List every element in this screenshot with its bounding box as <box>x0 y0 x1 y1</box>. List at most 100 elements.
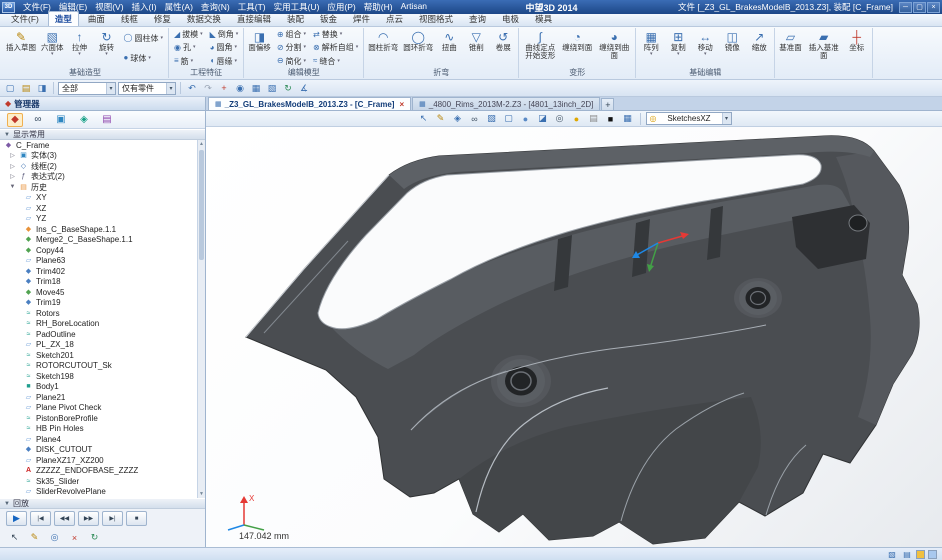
history-manager-icon[interactable]: ◆ <box>7 113 23 127</box>
minimize-button[interactable]: ─ <box>899 2 912 13</box>
tree-scrollbar[interactable]: ▲ ▼ <box>197 140 205 498</box>
tree-item[interactable]: ≈HB Pin Holes <box>0 424 205 435</box>
play-button[interactable]: ▶ <box>6 511 27 526</box>
ribbon-tab[interactable]: 直接编辑 <box>230 11 278 26</box>
layers-icon[interactable]: ▤ <box>99 113 115 127</box>
palette-icon[interactable]: ▤ <box>587 112 601 125</box>
tree-item[interactable]: ≈RH_BoreLocation <box>0 319 205 330</box>
ribbon-tab[interactable]: 焊件 <box>346 11 377 26</box>
tree-item[interactable]: ≈Sketch201 <box>0 350 205 361</box>
ribbon-tab[interactable]: 视图格式 <box>412 11 460 26</box>
ribbon-button[interactable]: ↺卷展 <box>490 28 516 68</box>
ribbon-button[interactable]: ▧六面体▾ <box>39 28 66 68</box>
tree-item[interactable]: ◆Copy44 <box>0 245 205 256</box>
tree-item[interactable]: ≈ROTORCUTOUT_Sk <box>0 361 205 372</box>
tree-item[interactable]: ◆Trim402 <box>0 266 205 277</box>
tree-item[interactable]: ≈PistonBoreProfile <box>0 413 205 424</box>
sphere-view-icon[interactable]: ● <box>519 112 533 125</box>
viewport-canvas[interactable]: X 147.042 mm <box>206 127 942 547</box>
tree-item[interactable]: AZZZZZ_ENDOFBASE_ZZZZ <box>0 466 205 477</box>
select-tool[interactable]: ↖ <box>6 531 23 545</box>
scroll-down-icon[interactable]: ▼ <box>198 490 205 498</box>
ribbon-tab[interactable]: 查询 <box>462 11 493 26</box>
tree-item[interactable]: ▱Plane Pivot Check <box>0 403 205 414</box>
ribbon-button[interactable]: ≡筋▾ <box>171 55 206 67</box>
tree-item[interactable]: ◆Ins_C_BaseShape.1.1 <box>0 224 205 235</box>
tree-group[interactable]: ▼▤历史 <box>0 182 205 193</box>
ribbon-button[interactable]: ↑拉伸▾ <box>67 28 93 68</box>
ribbon-button[interactable]: ∫曲线定点开始变形 <box>521 28 559 68</box>
ribbon-button[interactable]: ◕圆角▾ <box>207 42 242 54</box>
step-forward-button[interactable]: ▶▶ <box>78 511 99 526</box>
model-3d-svg[interactable] <box>206 127 942 547</box>
tree-item[interactable]: ◆Trim19 <box>0 298 205 309</box>
tree-item[interactable]: ▱PlaneXZ17_XZ200 <box>0 455 205 466</box>
solids-icon[interactable]: ▣ <box>53 113 69 127</box>
ribbon-tab[interactable]: 点云 <box>379 11 410 26</box>
ribbon-button[interactable]: ⊘分割▾ <box>274 42 309 54</box>
assembly-icon[interactable]: ◈ <box>76 113 92 127</box>
ribbon-button[interactable]: ◕缠绕到曲面 <box>595 28 633 68</box>
ribbon-button[interactable]: ◫镜像 <box>719 28 745 68</box>
ribbon-button[interactable]: ⊞复制▾ <box>665 28 691 68</box>
new-file-icon[interactable]: ▢ <box>3 81 17 95</box>
section-view-icon[interactable]: ◪ <box>536 112 550 125</box>
tree-item[interactable]: ▱Plane21 <box>0 392 205 403</box>
ribbon-button[interactable]: ▽锥削 <box>463 28 489 68</box>
ribbon-button[interactable]: ⇄替换▾ <box>310 29 361 41</box>
ribbon-button[interactable]: ◖唇缘▾ <box>207 55 242 67</box>
ribbon-button[interactable]: ◢拔模▾ <box>171 29 206 41</box>
background-swatch[interactable]: ■ <box>604 112 618 125</box>
layer-state-icon[interactable]: ▤ <box>901 549 913 560</box>
light-icon[interactable]: ● <box>570 112 584 125</box>
ribbon-button[interactable]: ∿扭曲 <box>436 28 462 68</box>
section-show-common[interactable]: ▼ 显示常用 <box>0 129 205 140</box>
ribbon-button[interactable]: ▰插入基准面 <box>805 28 843 78</box>
redo-icon[interactable]: ↷ <box>201 81 215 95</box>
ribbon-tab[interactable]: 线框 <box>114 11 145 26</box>
delete-tool[interactable]: × <box>66 531 83 545</box>
scroll-thumb[interactable] <box>199 150 204 260</box>
tree-item[interactable]: ◆DISK_CUTOUT <box>0 445 205 456</box>
ribbon-button[interactable]: ◠圆柱折弯 <box>366 28 400 68</box>
ribbon-tab[interactable]: 文件(F) <box>4 11 46 26</box>
shaded-view-icon[interactable]: ▧ <box>485 112 499 125</box>
tree-item[interactable]: ▱PL_ZX_18 <box>0 340 205 351</box>
tree-item[interactable]: ▱XZ <box>0 203 205 214</box>
tree-item[interactable]: ◆Trim18 <box>0 277 205 288</box>
ribbon-button[interactable]: ◉孔▾ <box>171 42 206 54</box>
tree-item[interactable]: ≈Rotors <box>0 308 205 319</box>
ribbon-button[interactable]: ◨面偏移 <box>246 28 273 68</box>
tree-item[interactable]: ≈PadOutline <box>0 329 205 340</box>
pick-icon[interactable]: ↖ <box>417 112 431 125</box>
skip-to-end-button[interactable]: ▶| <box>102 511 123 526</box>
ribbon-button[interactable]: ◯圆环折弯 <box>401 28 435 68</box>
sketch-selector-combo[interactable]: ◎SketchesXZ▾ <box>646 112 732 125</box>
wireframe-view-icon[interactable]: ▢ <box>502 112 516 125</box>
grid-display-icon[interactable]: ▦ <box>621 112 635 125</box>
ribbon-button[interactable]: ⊗解析自组▾ <box>310 42 361 54</box>
ribbon-button[interactable]: ▦阵列▾ <box>638 28 664 68</box>
tree-group[interactable]: ▷ƒ表达式(2) <box>0 172 205 183</box>
ribbon-tab[interactable]: 装配 <box>280 11 311 26</box>
tree-group[interactable]: ▷◇线框(2) <box>0 161 205 172</box>
step-backward-button[interactable]: ◀◀ <box>54 511 75 526</box>
ribbon-tab[interactable]: 模具 <box>528 11 559 26</box>
document-tab[interactable]: ▦_Z3_GL_BrakesModelB_2013.Z3 - [C_Frame]… <box>208 97 411 110</box>
ribbon-button[interactable]: ⊖简化▾ <box>274 55 309 67</box>
ribbon-tab[interactable]: 修复 <box>147 11 178 26</box>
skip-to-start-button[interactable]: |◀ <box>30 511 51 526</box>
tree-item[interactable]: ▱Plane63 <box>0 256 205 267</box>
tree-item[interactable]: ▱SliderRevolvePlane <box>0 487 205 498</box>
glasses-icon[interactable]: ∞ <box>468 112 482 125</box>
ribbon-button[interactable]: ◯圆柱体▾ <box>121 32 166 44</box>
measure-icon[interactable]: ∡ <box>297 81 311 95</box>
tree-item[interactable]: ≈Sk35_Slider <box>0 476 205 487</box>
ribbon-button[interactable]: ↻旋转▾ <box>94 28 120 68</box>
scroll-up-icon[interactable]: ▲ <box>198 140 205 148</box>
ribbon-tab[interactable]: 曲面 <box>81 11 112 26</box>
close-button[interactable]: × <box>927 2 940 13</box>
refresh-tool[interactable]: ↻ <box>86 531 103 545</box>
tree-item[interactable]: ■Body1 <box>0 382 205 393</box>
tree-item[interactable]: ▱YZ <box>0 214 205 225</box>
